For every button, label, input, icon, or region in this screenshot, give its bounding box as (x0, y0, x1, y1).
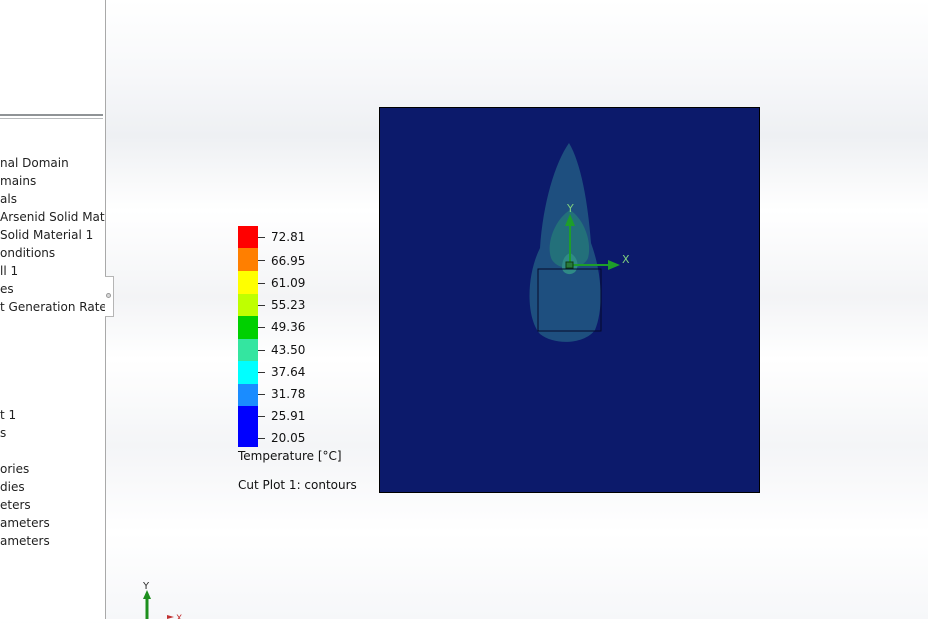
tree-item-arsenide-solid-material[interactable]: Arsenid Solid Mate (0, 208, 105, 226)
graphics-viewport[interactable]: Y X (379, 107, 760, 493)
viewport-x-axis-label: X (622, 253, 630, 266)
tree-item-computational-domain[interactable]: nal Domain (0, 154, 105, 172)
tree-item-cut-plot-1[interactable]: t 1 (0, 406, 105, 424)
tree-item-wall-1[interactable]: ll 1 (0, 262, 105, 280)
legend-value-label: 37.64 (271, 365, 306, 379)
tree-item-solid-material-1[interactable]: Solid Material 1 (0, 226, 105, 244)
legend-tick (258, 327, 265, 328)
legend-swatch (238, 248, 258, 271)
viewport-y-axis-label: Y (566, 202, 574, 215)
legend-tick (258, 305, 265, 306)
tree-item-sources[interactable]: es (0, 280, 105, 298)
legend-tick (258, 260, 265, 261)
cut-plot-caption: Cut Plot 1: contours (238, 478, 357, 492)
legend-tick (258, 394, 265, 395)
tree-item-parameters[interactable]: eters (0, 496, 105, 514)
triad-y-label: Y (142, 581, 150, 592)
origin-marker (565, 261, 574, 269)
legend-value-label: 55.23 (271, 298, 306, 312)
tree-separator-line (0, 118, 103, 119)
legend-tick (258, 350, 265, 351)
temperature-legend-colorbar (238, 226, 258, 447)
legend-swatch (238, 406, 258, 447)
tree-item-plots[interactable]: s (0, 424, 105, 442)
splitter-grip-icon (106, 293, 111, 298)
tree-item-studies[interactable]: dies (0, 478, 105, 496)
legend-swatch (238, 384, 258, 406)
legend-swatch (238, 271, 258, 294)
tree-item-boundary-conditions[interactable]: onditions (0, 244, 105, 262)
legend-value-label: 72.81 (271, 230, 306, 244)
legend-value-label: 25.91 (271, 409, 306, 423)
legend-swatch (238, 361, 258, 384)
tree-separator (0, 114, 103, 116)
legend-tick (258, 237, 265, 238)
tree-item-heat-generation-rate-1[interactable]: t Generation Rate 1 (0, 298, 105, 316)
legend-tick (258, 438, 265, 439)
legend-title: Temperature [°C] (238, 449, 342, 463)
legend-swatch (238, 294, 258, 316)
reference-triad-graphic: Y X (142, 581, 182, 623)
tree-item-materials[interactable]: als (0, 190, 105, 208)
legend-swatch (238, 226, 258, 248)
triad-y-axis (145, 598, 149, 619)
legend-tick (258, 283, 265, 284)
legend-tick (258, 416, 265, 417)
legend-value-label: 66.95 (271, 254, 306, 268)
panel-splitter-handle[interactable] (105, 276, 114, 317)
tree-item-surface-parameters[interactable]: ameters (0, 532, 105, 550)
legend-tick (258, 372, 265, 373)
reference-triad: Y X (138, 577, 188, 623)
legend-value-label: 61.09 (271, 276, 306, 290)
triad-x-arrowhead (167, 615, 174, 619)
legend-value-label: 20.05 (271, 431, 306, 445)
legend-value-label: 43.50 (271, 343, 306, 357)
contour-plot: Y X (380, 108, 759, 492)
legend-value-label: 49.36 (271, 320, 306, 334)
legend-value-label: 31.78 (271, 387, 306, 401)
feature-tree-panel: nal Domain mains als Arsenid Solid Mate … (0, 0, 106, 619)
legend-swatch (238, 316, 258, 339)
triad-x-label: X (176, 614, 182, 619)
tree-item-goal-parameters[interactable]: ameters (0, 514, 105, 532)
tree-item-trajectories[interactable]: ories (0, 460, 105, 478)
legend-swatch (238, 339, 258, 361)
tree-item-subdomains[interactable]: mains (0, 172, 105, 190)
